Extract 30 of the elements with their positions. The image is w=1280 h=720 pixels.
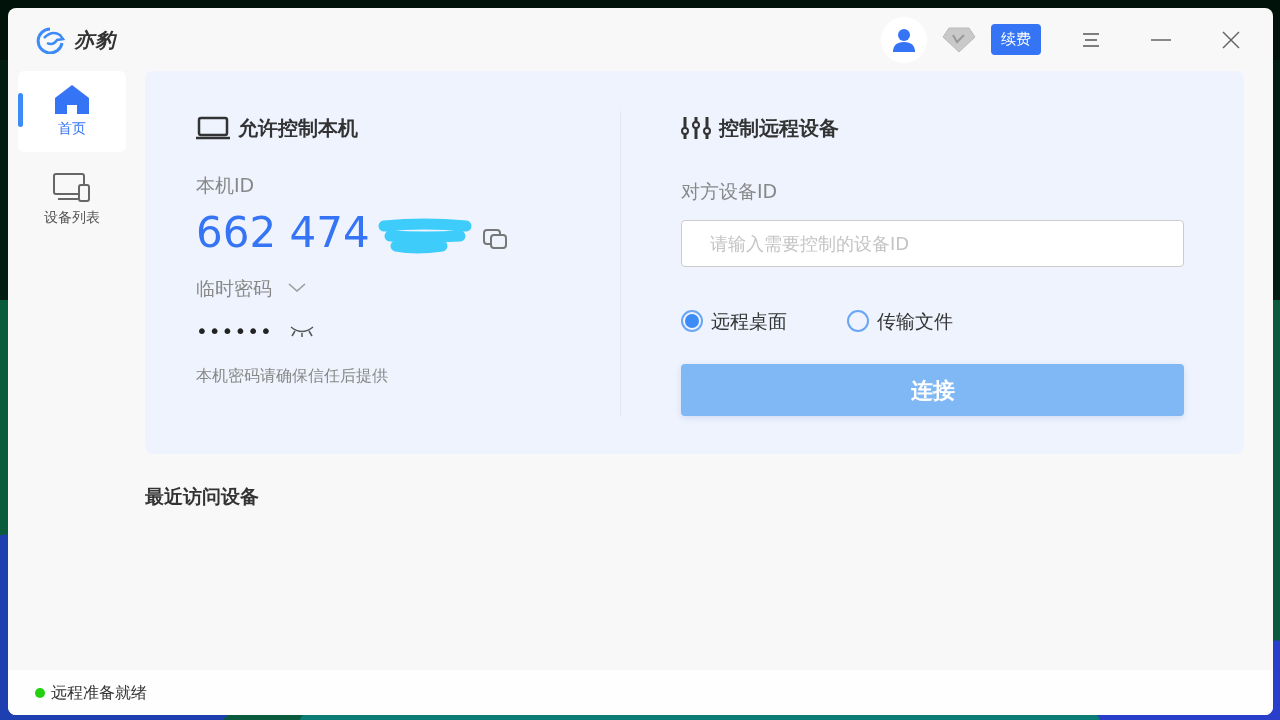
eye-closed-icon[interactable] (288, 324, 315, 338)
close-icon (1222, 30, 1240, 49)
hint-text: 本机密码请确保信任后提供 (196, 365, 389, 387)
password-label: 临时密码 (196, 275, 272, 301)
logo-icon (34, 25, 66, 54)
laptop-icon (196, 116, 230, 140)
chevron-down-icon[interactable] (288, 282, 306, 293)
field-label: 对方设备ID (681, 179, 779, 204)
radio-option[interactable]: 传输文件 (847, 306, 953, 336)
diamond-icon[interactable] (941, 25, 977, 54)
avatar-button[interactable] (881, 16, 927, 63)
id-label: 本机ID (196, 173, 256, 198)
minimize-icon (1151, 37, 1171, 42)
section-title: 允许控制本机 (238, 115, 358, 142)
renew-button[interactable]: 续费 (991, 24, 1041, 55)
menu-icon (1082, 32, 1100, 47)
password-text: •••••• (196, 318, 273, 345)
home-icon (54, 84, 90, 114)
section-title: 最近访问设备 (145, 484, 259, 509)
device-id-field[interactable]: 请输入需要控制的设备ID (681, 219, 1184, 267)
sidebar-item[interactable]: 设备列表 (18, 160, 126, 241)
radio-option[interactable]: 远程桌面 (681, 306, 787, 336)
copy-icon[interactable] (481, 227, 508, 250)
device-id: 662 474 (196, 211, 370, 254)
sliders-icon (681, 116, 711, 140)
section-title: 控制远程设备 (719, 115, 839, 142)
status-text: 远程准备就绪 (51, 681, 147, 704)
sidebar-item[interactable]: 首页 (18, 71, 126, 152)
app-name: 亦豹 (74, 26, 116, 54)
devices-icon (53, 173, 91, 203)
